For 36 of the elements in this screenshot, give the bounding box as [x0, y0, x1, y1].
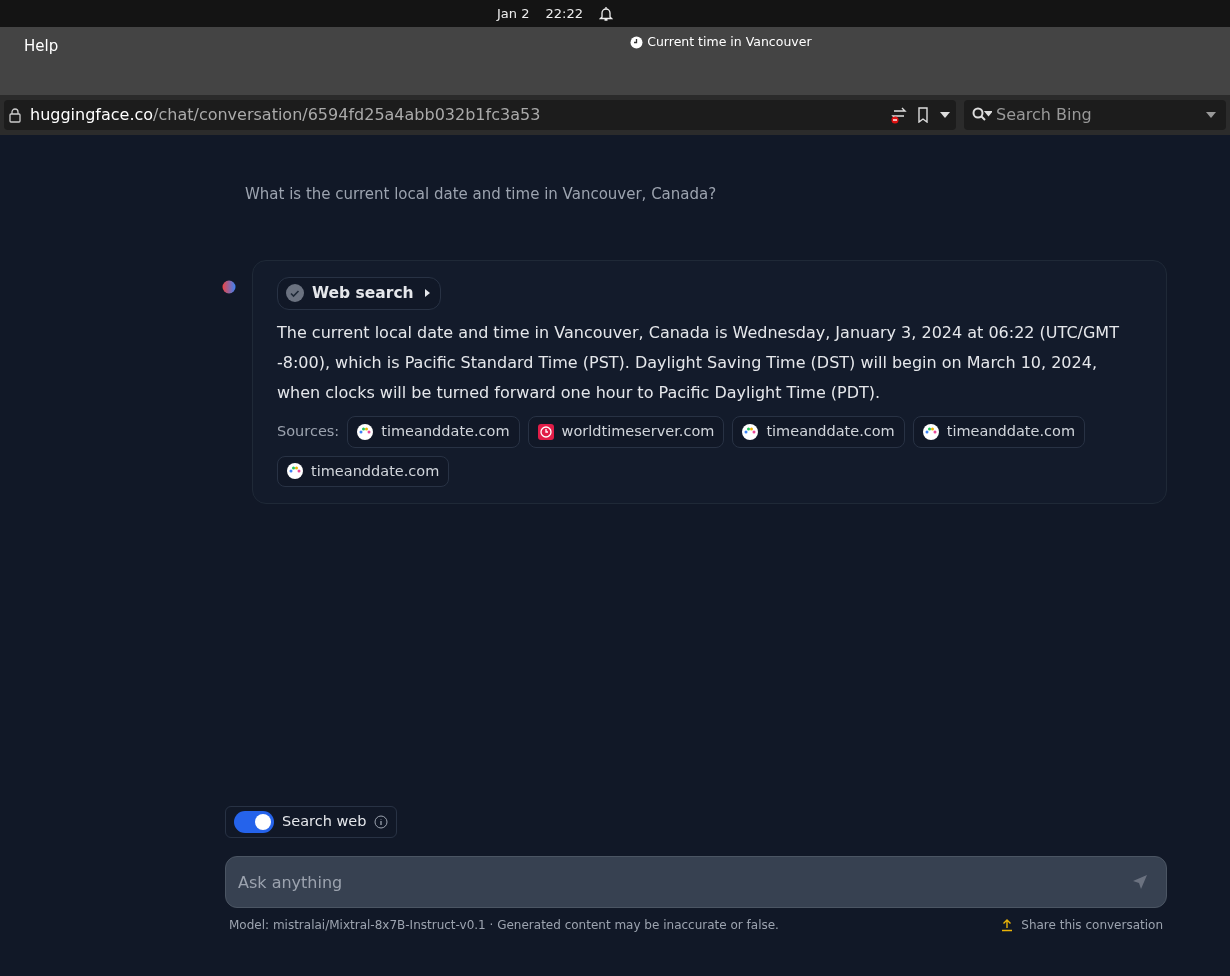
lock-icon [8, 107, 22, 123]
sources-label: Sources: [277, 421, 340, 441]
clock-icon [630, 35, 644, 49]
search-web-switch[interactable] [234, 811, 274, 834]
source-link[interactable]: timeanddate.com [912, 415, 1086, 448]
bookmark-icon[interactable] [916, 107, 930, 123]
clock-date: Jan 2 [497, 4, 530, 23]
source-link[interactable]: timeanddate.com [277, 455, 450, 488]
user-message: What is the current local date and time in Vancouver, Canada? [244, 184, 718, 205]
web-search-toggle[interactable]: Web search [277, 276, 441, 310]
favicon-icon [742, 423, 759, 440]
search-icon [972, 107, 992, 123]
clock-time: 22:22 [545, 4, 583, 23]
search-field[interactable]: Search Bing [964, 100, 1226, 130]
clock-favicon-icon [537, 423, 554, 440]
share-link[interactable]: Share this conversation [1001, 916, 1163, 935]
info-icon[interactable] [374, 815, 389, 830]
favicon-icon [922, 423, 939, 440]
bell-icon[interactable] [598, 5, 613, 22]
assistant-avatar-icon [222, 279, 236, 294]
ask-field[interactable]: Ask anything [225, 856, 1167, 909]
source-link[interactable]: worldtimeserver.com [527, 415, 725, 448]
source-link[interactable]: timeanddate.com [732, 415, 905, 448]
caret-icon [1204, 110, 1218, 120]
upload-icon [1001, 918, 1014, 933]
favicon-icon [357, 423, 374, 440]
swap-arrows-icon[interactable] [890, 106, 908, 124]
window-title: Current time in Vancouver [647, 33, 812, 51]
source-link[interactable]: timeanddate.com [347, 415, 520, 448]
address-field[interactable]: huggingface.co/chat/conversation/6594fd25a4abb032b1fc3a53 [4, 100, 956, 130]
help-menu[interactable]: Help [24, 35, 59, 58]
model-disclaimer: Model: mistralai/Mixtral-8x7B-Instruct-v0.1 · Generated content may be inaccurate or false. [229, 917, 779, 935]
caret-icon[interactable] [938, 110, 952, 120]
answer-text: The current local date and time in Vancouver, Canada is Wednesday, January 3, 2024 at 06:22 (UTC/GMT -8:00), which is Pacific Standard Time (PST). Daylight Saving Time (DST) will begin on March 10, 2024, when clocks will be turned forward one hour to Pacific Daylight Time (PDT). [277, 321, 1120, 404]
favicon-icon [287, 463, 303, 480]
search-web-label: Search web [282, 812, 367, 832]
